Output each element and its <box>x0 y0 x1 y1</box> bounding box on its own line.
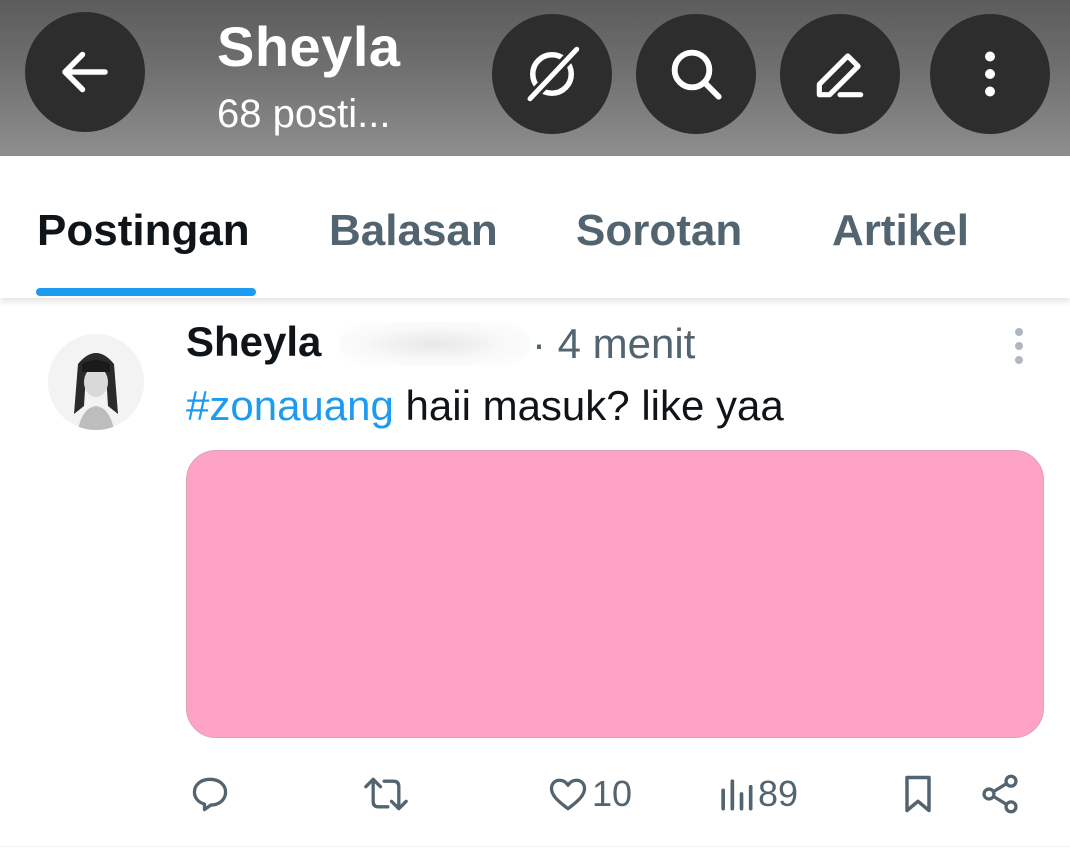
bookmark-button[interactable] <box>898 770 938 818</box>
views-button[interactable]: 89 <box>716 770 798 818</box>
post-text: #zonauang haii masuk? like yaa <box>186 382 784 430</box>
post-count: 68 posti... <box>217 92 391 136</box>
more-vertical-icon <box>985 51 995 97</box>
bookmark-icon <box>905 775 931 813</box>
share-icon <box>982 774 1018 814</box>
retweet-button[interactable] <box>360 770 414 818</box>
post-author-name[interactable]: Sheyla <box>186 318 321 366</box>
search-button[interactable] <box>636 14 756 134</box>
tab-balasan[interactable]: Balasan <box>329 206 498 256</box>
retweet-icon <box>364 777 408 811</box>
hashtag-link[interactable]: #zonauang <box>186 382 394 429</box>
tab-sorotan[interactable]: Sorotan <box>576 206 742 256</box>
like-button[interactable]: 10 <box>546 770 632 818</box>
divider <box>0 846 1070 847</box>
analytics-icon <box>721 779 753 811</box>
grok-icon <box>524 43 583 105</box>
profile-header: Sheyla 68 posti... <box>0 0 1070 156</box>
post-media[interactable] <box>186 450 1044 738</box>
edit-icon <box>816 53 864 98</box>
profile-name: Sheyla <box>217 15 401 78</box>
share-button[interactable] <box>978 770 1022 818</box>
back-button[interactable] <box>25 12 145 132</box>
post-body: haii masuk? like yaa <box>393 382 784 429</box>
tab-artikel[interactable]: Artikel <box>832 206 969 256</box>
profile-tabs: Postingan Balasan Sorotan Artikel <box>0 156 1070 298</box>
post-timestamp[interactable]: · 4 menit <box>532 320 695 368</box>
reply-icon <box>192 777 228 812</box>
grok-button[interactable] <box>492 14 612 134</box>
reply-button[interactable] <box>188 770 234 818</box>
active-tab-indicator <box>36 288 256 296</box>
like-count: 10 <box>592 773 633 814</box>
edit-button[interactable] <box>780 14 900 134</box>
avatar-image <box>48 334 144 430</box>
more-vertical-icon <box>1015 328 1023 364</box>
back-arrow-icon <box>62 51 108 93</box>
more-options-button[interactable] <box>930 14 1050 134</box>
tab-postingan[interactable]: Postingan <box>37 206 250 256</box>
search-icon <box>671 49 722 100</box>
blurred-handle <box>340 322 530 366</box>
avatar[interactable] <box>48 334 144 430</box>
views-count: 89 <box>758 773 799 814</box>
post-more-button[interactable] <box>1004 326 1034 366</box>
heart-icon <box>549 778 587 811</box>
